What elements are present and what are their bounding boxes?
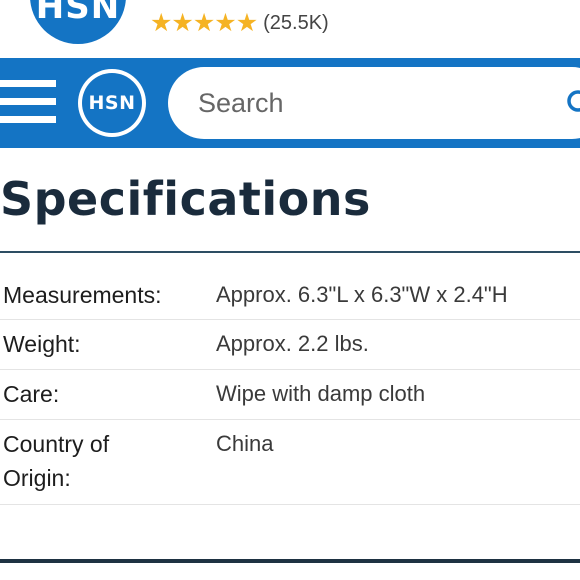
specifications-heading: Specifications: [0, 172, 371, 226]
spec-row-care: Care: Wipe with damp cloth: [0, 370, 580, 420]
specifications-table: Measurements: Approx. 6.3"L x 6.3"W x 2.…: [0, 270, 580, 505]
star-icon: ★: [214, 8, 237, 37]
spec-label: Country of Origin:: [3, 431, 110, 491]
spec-label: Measurements:: [3, 282, 162, 308]
spec-value: Approx. 6.3"L x 6.3"W x 2.4"H: [216, 282, 508, 307]
spec-row-measurements: Measurements: Approx. 6.3"L x 6.3"W x 2.…: [0, 270, 580, 320]
rating-stars: ★ ★ ★ ★ ★: [150, 8, 259, 37]
star-icon: ★: [192, 8, 216, 37]
star-icon: ★: [235, 8, 259, 37]
site-header: HSN: [0, 58, 580, 148]
hamburger-menu-icon[interactable]: [0, 80, 56, 124]
app-rating: ★ ★ ★ ★ ★ (25.5K): [150, 8, 329, 38]
search-input[interactable]: [198, 67, 558, 139]
spec-row-weight: Weight: Approx. 2.2 lbs.: [0, 320, 580, 370]
search-bar[interactable]: [168, 67, 580, 139]
spec-label: Weight:: [3, 331, 81, 357]
app-logo-text: HSN: [35, 0, 121, 27]
spec-value: Approx. 2.2 lbs.: [216, 331, 369, 356]
spec-value: China: [216, 431, 274, 456]
spec-value: Wipe with damp cloth: [216, 381, 426, 406]
star-icon: ★: [150, 8, 173, 37]
spec-row-country-of-origin: Country of Origin: China: [0, 420, 580, 505]
app-logo: HSN: [30, 0, 126, 44]
search-icon[interactable]: [566, 89, 580, 117]
hsn-logo[interactable]: HSN: [78, 69, 146, 137]
star-icon: ★: [171, 8, 194, 37]
hsn-logo-text: HSN: [82, 73, 142, 133]
section-divider: [0, 559, 580, 563]
rating-count: (25.5K): [263, 11, 329, 34]
spec-label: Care:: [3, 381, 60, 407]
heading-divider: [0, 251, 580, 253]
